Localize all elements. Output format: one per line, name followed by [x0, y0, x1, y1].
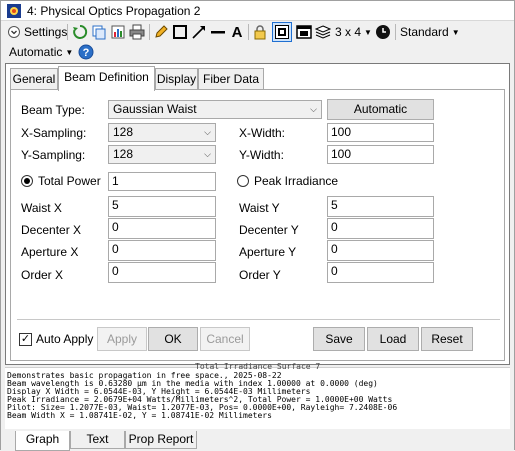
settings-chevron-icon [5, 23, 23, 41]
title-bar: 4: Physical Optics Propagation 2 [1, 1, 514, 21]
tab-display[interactable]: Display [155, 68, 198, 90]
lock-icon[interactable] [251, 23, 269, 41]
tab-general[interactable]: General [10, 68, 58, 90]
waist-y-field[interactable]: 5 [327, 196, 434, 217]
toolbar-separator [248, 24, 249, 40]
aperture-y-label: Aperture Y [239, 245, 297, 259]
y-sampling-value: 128 [113, 147, 134, 161]
ok-button[interactable]: OK [148, 327, 198, 351]
tab-prop-report[interactable]: Prop Report [125, 431, 197, 449]
svg-text:?: ? [83, 47, 90, 59]
auto-apply-label: Auto Apply [36, 332, 94, 346]
x-sampling-label: X-Sampling: [21, 126, 87, 140]
total-power-label: Total Power [38, 174, 101, 188]
rectangle-icon[interactable] [171, 23, 189, 41]
settings-button[interactable]: Settings [5, 23, 67, 41]
decenter-y-field[interactable]: 0 [327, 218, 434, 239]
x-width-label: X-Width: [239, 126, 286, 140]
clock-icon[interactable] [374, 23, 392, 41]
order-x-field[interactable]: 0 [108, 262, 216, 283]
view-tab-bar: Graph Text Prop Report [1, 431, 514, 451]
y-width-field[interactable]: 100 [327, 145, 434, 164]
output-heading: Total Irradiance Surface 7 [195, 362, 321, 371]
decenter-y-label: Decenter Y [239, 223, 299, 237]
waist-x-field[interactable]: 5 [108, 196, 216, 217]
beam-type-value: Gaussian Waist [113, 102, 197, 116]
decenter-x-label: Decenter X [21, 223, 82, 237]
help-icon[interactable]: ? [77, 43, 95, 61]
copy-icon[interactable] [90, 23, 108, 41]
output-line: Beam Width X = 1.08741E-02, Y = 1.08741E… [7, 411, 272, 420]
pencil-icon[interactable] [152, 23, 170, 41]
arrow-icon[interactable] [190, 23, 208, 41]
update-icon[interactable] [71, 23, 89, 41]
layout-grid-icon[interactable] [272, 22, 292, 42]
save-button[interactable]: Save [313, 327, 365, 351]
text-output: Total Irradiance Surface 7 Demonstrates … [5, 363, 510, 429]
layout-dropdown[interactable]: 3 x 4 ▼ [335, 23, 372, 41]
load-button[interactable]: Load [367, 327, 419, 351]
standard-dropdown[interactable]: Standard ▼ [400, 23, 460, 41]
waist-y-label: Waist Y [239, 201, 280, 215]
decenter-x-field[interactable]: 0 [108, 218, 216, 239]
chevron-down-icon: ▼ [451, 27, 460, 37]
standard-label: Standard [400, 25, 449, 39]
chevron-down-icon: ⌵ [310, 104, 317, 114]
x-width-field[interactable]: 100 [327, 123, 434, 142]
reset-button[interactable]: Reset [421, 327, 473, 351]
tab-beam-definition[interactable]: Beam Definition [58, 66, 155, 91]
toolbar-secondary: Automatic ▼ ? [1, 42, 514, 61]
aperture-x-field[interactable]: 0 [108, 240, 216, 261]
export-icon[interactable] [109, 23, 127, 41]
settings-panel: General Beam Definition Display Fiber Da… [5, 63, 510, 365]
line-icon[interactable] [209, 23, 227, 41]
aperture-y-field[interactable]: 0 [327, 240, 434, 261]
beam-definition-panel: Beam Type: Gaussian Waist ⌵ Automatic X-… [10, 89, 505, 361]
tab-fiber-data[interactable]: Fiber Data [198, 68, 264, 90]
window-frame-icon[interactable] [295, 23, 313, 41]
order-y-label: Order Y [239, 268, 281, 282]
layers-icon[interactable] [314, 23, 332, 41]
automatic-dropdown[interactable]: Automatic ▼ [9, 43, 73, 61]
app-icon [7, 4, 21, 18]
tab-text[interactable]: Text [70, 431, 125, 449]
automatic-label: Automatic [9, 45, 63, 59]
x-sampling-value: 128 [113, 125, 134, 139]
settings-label: Settings [24, 25, 68, 39]
toolbar: Settings A 3 x 4 ▼ Standard ▼ [1, 21, 514, 42]
y-sampling-label: Y-Sampling: [21, 148, 86, 162]
window-title: 4: Physical Optics Propagation 2 [27, 4, 201, 18]
divider [17, 319, 500, 320]
tab-graph[interactable]: Graph [15, 431, 70, 451]
total-power-field[interactable]: 1 [108, 172, 216, 191]
order-x-label: Order X [21, 268, 64, 282]
order-y-field[interactable]: 0 [327, 262, 434, 283]
chevron-down-icon: ⌵ [204, 149, 211, 159]
apply-button[interactable]: Apply [97, 327, 147, 351]
beam-type-select[interactable]: Gaussian Waist ⌵ [108, 100, 322, 119]
print-icon[interactable] [128, 23, 146, 41]
x-sampling-select[interactable]: 128 ⌵ [108, 123, 216, 142]
toolbar-separator [149, 24, 150, 40]
window: 4: Physical Optics Propagation 2 Setting… [0, 0, 515, 451]
beam-type-label: Beam Type: [21, 103, 85, 117]
cancel-button[interactable]: Cancel [200, 327, 250, 351]
automatic-button[interactable]: Automatic [327, 99, 434, 120]
chevron-down-icon: ▼ [364, 27, 372, 37]
chevron-down-icon: ⌵ [204, 127, 211, 137]
peak-irradiance-radio[interactable] [237, 175, 249, 187]
auto-apply-checkbox[interactable]: ✓ [19, 333, 32, 346]
aperture-x-label: Aperture X [21, 245, 79, 259]
layout-label: 3 x 4 [335, 25, 362, 39]
chevron-down-icon: ▼ [65, 47, 74, 57]
y-width-label: Y-Width: [239, 148, 284, 162]
toolbar-separator [395, 24, 396, 40]
peak-irradiance-label: Peak Irradiance [254, 174, 339, 188]
toolbar-separator [67, 24, 68, 40]
total-power-radio[interactable] [21, 175, 33, 187]
text-tool-icon[interactable]: A [228, 23, 246, 41]
waist-x-label: Waist X [21, 201, 62, 215]
y-sampling-select[interactable]: 128 ⌵ [108, 145, 216, 164]
